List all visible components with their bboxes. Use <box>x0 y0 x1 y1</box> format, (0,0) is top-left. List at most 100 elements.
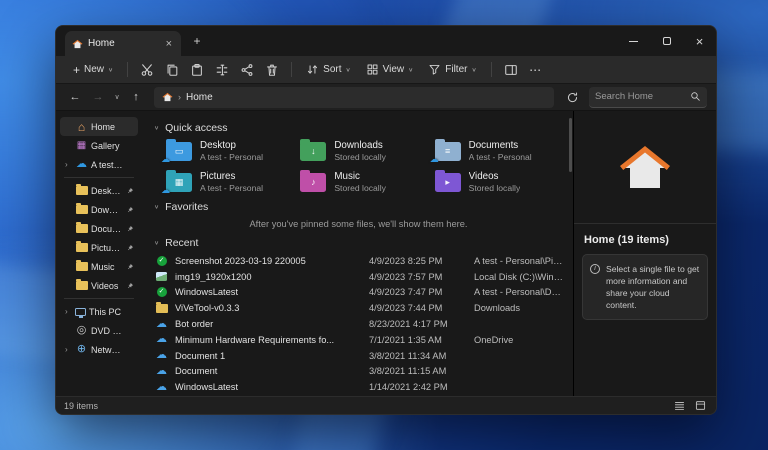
videos-icon <box>435 173 461 192</box>
titlebar-drag-area <box>206 26 617 56</box>
folder-icon-wrap <box>166 173 192 192</box>
cloud-icon <box>154 334 169 345</box>
expander-chevron-icon[interactable] <box>65 345 72 354</box>
recent-file-row[interactable]: WindowsLatest 1/14/2021 2:42 PM <box>154 379 563 395</box>
quick-access-tile[interactable]: Videos Stored locally <box>435 171 563 193</box>
sidebar-item[interactable]: Downloads <box>60 200 138 219</box>
breadcrumb-segment-home[interactable]: Home <box>186 92 213 103</box>
sidebar-item[interactable]: Desktop <box>60 181 138 200</box>
recent-file-row[interactable]: Document 1 3/8/2021 11:34 AM <box>154 348 563 364</box>
folder-sync-status: Stored locally <box>334 183 386 193</box>
filter-button[interactable]: Filter ∨ <box>421 59 483 80</box>
expander-chevron-icon[interactable] <box>65 160 72 169</box>
pin-icon <box>126 282 134 290</box>
cut-button[interactable] <box>135 59 159 81</box>
sidebar-item[interactable]: DVD Drive (D:) CCC <box>60 321 138 340</box>
refresh-button[interactable] <box>562 87 582 107</box>
recent-file-row[interactable]: ViVeTool-v0.3.3 4/9/2023 7:44 PM Downloa… <box>154 300 563 316</box>
minimize-button[interactable] <box>617 26 650 56</box>
file-name: Document 1 <box>175 351 363 361</box>
section-header-quick-access[interactable]: ∨ Quick access <box>154 122 563 134</box>
home-icon <box>75 121 88 133</box>
section-header-recent[interactable]: ∨ Recent <box>154 237 563 249</box>
rename-button[interactable] <box>210 59 234 81</box>
new-button[interactable]: + New ∨ <box>66 60 120 80</box>
recent-locations-button[interactable]: ∨ <box>111 87 123 107</box>
search-box <box>589 87 707 108</box>
status-bar: 19 items <box>56 396 716 414</box>
home-large-icon <box>617 142 673 192</box>
folder-sync-status: Stored locally <box>334 152 386 162</box>
quick-access-tile[interactable]: Documents A test - Personal <box>435 140 563 162</box>
search-input[interactable] <box>595 91 686 102</box>
recent-file-row[interactable]: Document 3/8/2021 11:15 AM <box>154 364 563 380</box>
sidebar-item[interactable]: Music <box>60 257 138 276</box>
details-tip-text: Select a single file to get more informa… <box>606 263 700 311</box>
image-icon <box>156 272 167 281</box>
cloud-icon <box>154 366 169 377</box>
navigation-pane: Home Gallery <box>56 111 142 396</box>
sidebar-item[interactable]: This PC <box>60 302 138 321</box>
recent-file-row[interactable]: WindowsLatest 4/9/2023 7:47 PM A test - … <box>154 285 563 301</box>
folder-icon-wrap <box>300 173 326 192</box>
scrollbar-thumb[interactable] <box>569 118 572 172</box>
folder-icon-wrap <box>300 142 326 161</box>
expander-chevron-icon[interactable] <box>65 307 72 316</box>
quick-access-tile[interactable]: Desktop A test - Personal <box>166 140 294 162</box>
share-button[interactable] <box>235 59 259 81</box>
view-button[interactable]: View ∨ <box>359 59 421 80</box>
home-icon <box>162 92 173 102</box>
maximize-button[interactable] <box>650 26 683 56</box>
forward-button[interactable]: → <box>88 87 108 107</box>
new-tab-button[interactable]: + <box>188 32 206 50</box>
sidebar-item[interactable]: Pictures <box>60 238 138 257</box>
folder-icon <box>76 224 88 233</box>
up-button[interactable]: ↑ <box>126 87 146 107</box>
back-button[interactable]: ← <box>65 87 85 107</box>
cloud-overlay-icon <box>161 186 170 195</box>
filter-button-label: Filter <box>445 64 467 75</box>
see-more-button[interactable]: ⋯ <box>524 59 548 81</box>
sidebar-item[interactable]: Documents <box>60 219 138 238</box>
tab-close-icon[interactable]: × <box>164 38 174 50</box>
sidebar-item[interactable]: A test - Personal <box>60 155 138 174</box>
folder-icon <box>76 186 88 195</box>
new-button-label: New <box>84 64 104 75</box>
sidebar-item[interactable]: Home <box>60 117 138 136</box>
view-grid-icon <box>366 63 379 76</box>
clipboard-icon <box>190 63 204 77</box>
sidebar-item[interactable]: Videos <box>60 276 138 295</box>
large-thumbnails-toggle[interactable] <box>692 399 708 413</box>
cloud-icon <box>154 382 169 393</box>
sort-button[interactable]: Sort ∨ <box>299 59 357 80</box>
refresh-icon <box>566 91 579 104</box>
sidebar-item[interactable]: Network <box>60 340 138 359</box>
file-date: 4/9/2023 7:44 PM <box>369 303 468 313</box>
recent-file-row[interactable]: Test presentation.pptx 12/7/2020 12:22 A… <box>154 395 563 396</box>
toolbar-separator <box>291 62 292 77</box>
breadcrumb[interactable]: › Home <box>154 87 554 108</box>
quick-access-tile[interactable]: Music Stored locally <box>300 171 428 193</box>
file-name: Minimum Hardware Requirements fo... <box>175 335 363 345</box>
copy-button[interactable] <box>160 59 184 81</box>
recent-file-row[interactable]: Bot order 8/23/2021 4:17 PM <box>154 316 563 332</box>
delete-button[interactable] <box>260 59 284 81</box>
list-view-toggle[interactable] <box>671 399 687 413</box>
home-icon <box>72 39 83 49</box>
recent-file-row[interactable]: Screenshot 2023-03-19 220005 4/9/2023 8:… <box>154 253 563 269</box>
paste-button[interactable] <box>185 59 209 81</box>
item-count: 19 items <box>64 401 98 411</box>
tab-home[interactable]: Home × <box>65 31 181 56</box>
details-pane-button[interactable] <box>499 59 523 81</box>
recent-file-row[interactable]: img19_1920x1200 4/9/2023 7:57 PM Local D… <box>154 269 563 285</box>
section-header-favorites[interactable]: ∨ Favorites <box>154 201 563 213</box>
chevron-down-icon: ∨ <box>346 66 351 72</box>
dvd-icon <box>75 325 88 336</box>
vertical-scrollbar[interactable] <box>569 116 572 391</box>
gallery-icon <box>75 141 88 151</box>
sidebar-item[interactable]: Gallery <box>60 136 138 155</box>
quick-access-tile[interactable]: Downloads Stored locally <box>300 140 428 162</box>
quick-access-tile[interactable]: Pictures A test - Personal <box>166 171 294 193</box>
recent-file-row[interactable]: Minimum Hardware Requirements fo... 7/1/… <box>154 332 563 348</box>
close-button[interactable]: × <box>683 26 716 56</box>
